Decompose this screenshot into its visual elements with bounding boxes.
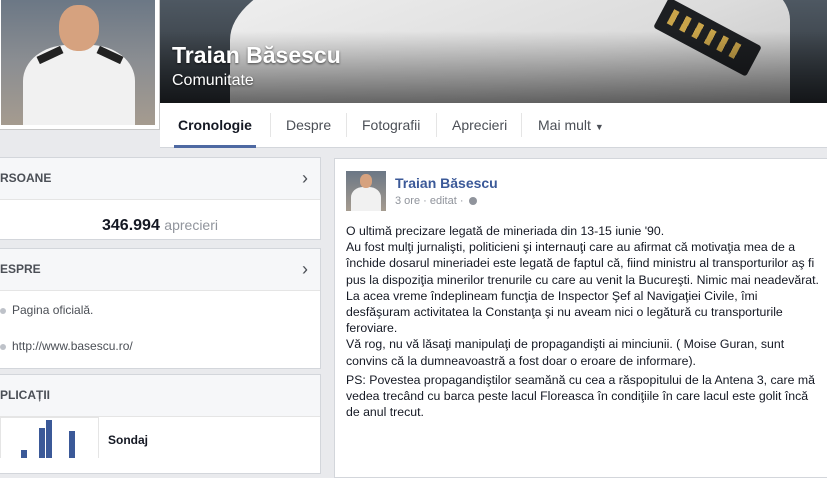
people-header[interactable]: RSOANE › xyxy=(0,158,320,200)
about-website[interactable]: http://www.basescu.ro/ xyxy=(0,328,320,364)
tab-cronologie[interactable]: Cronologie xyxy=(174,103,256,148)
globe-icon xyxy=(468,197,477,206)
post-time[interactable]: 3 ore xyxy=(395,195,420,207)
post-paragraph: Au fost mulţi jurnalişti, politicieni şi… xyxy=(346,240,819,287)
apps-header[interactable]: PLICAȚII xyxy=(0,375,320,417)
people-heading: RSOANE xyxy=(0,171,52,185)
post-author-name[interactable]: Traian Băsescu xyxy=(395,175,498,191)
post-paragraph: Vă rog, nu vă lăsaţi manipulaţi de propa… xyxy=(346,337,785,368)
chevron-right-icon[interactable]: › xyxy=(302,249,308,290)
about-header[interactable]: ESPRE › xyxy=(0,249,320,291)
poll-bar xyxy=(21,450,27,458)
tab-mai-mult-label: Mai mult xyxy=(538,117,591,133)
post-text: O ultimă precizare legată de mineriada d… xyxy=(346,223,822,420)
post-paragraph: O ultimă precizare legată de mineriada d… xyxy=(346,224,665,238)
caret-down-icon: ▼ xyxy=(594,122,604,132)
poll-bar xyxy=(39,428,45,458)
apps-heading: PLICAȚII xyxy=(0,388,50,402)
post-paragraph: PS: Povestea propagandiştilor seamănă cu… xyxy=(346,372,815,420)
poll-bar xyxy=(69,431,75,458)
likes-label: aprecieri xyxy=(164,217,218,233)
post-paragraph: La acea vreme îndeplineam funcţia de Ins… xyxy=(346,288,783,336)
tab-despre[interactable]: Despre xyxy=(286,103,331,147)
likes-count: 346.994 aprecieri xyxy=(0,200,320,250)
tab-mai-mult[interactable]: Mai mult ▼ xyxy=(538,103,604,147)
page-category: Comunitate xyxy=(172,72,254,89)
page-title[interactable]: Traian Băsescu xyxy=(172,42,341,69)
about-card: ESPRE › Pagina oficială. http://www.base… xyxy=(0,248,321,369)
poll-app-label[interactable]: Sondaj xyxy=(108,433,148,447)
apps-card: PLICAȚII Sondaj xyxy=(0,374,321,474)
profile-picture[interactable] xyxy=(0,0,160,130)
link-icon xyxy=(0,343,6,350)
poll-app-thumbnail[interactable] xyxy=(0,417,99,458)
website-link[interactable]: http://www.basescu.ro/ xyxy=(12,339,133,353)
tab-fotografii[interactable]: Fotografii xyxy=(362,103,420,147)
about-description: Pagina oficială. xyxy=(0,292,320,328)
page-tab-bar: Cronologie Despre Fotografii Aprecieri M… xyxy=(160,103,827,148)
people-card: RSOANE › 346.994 aprecieri xyxy=(0,157,321,240)
poll-bar xyxy=(46,420,52,458)
likes-number: 346.994 xyxy=(102,217,160,234)
timeline-post: Traian Băsescu 3 ore · editat · O ultimă… xyxy=(334,158,827,478)
post-edited[interactable]: editat xyxy=(430,195,457,207)
info-icon xyxy=(0,307,6,314)
chevron-right-icon[interactable]: › xyxy=(302,158,308,199)
post-meta: 3 ore · editat · xyxy=(395,195,477,207)
post-author-avatar[interactable] xyxy=(346,171,386,211)
about-heading: ESPRE xyxy=(0,262,41,276)
tab-aprecieri[interactable]: Aprecieri xyxy=(452,103,507,147)
